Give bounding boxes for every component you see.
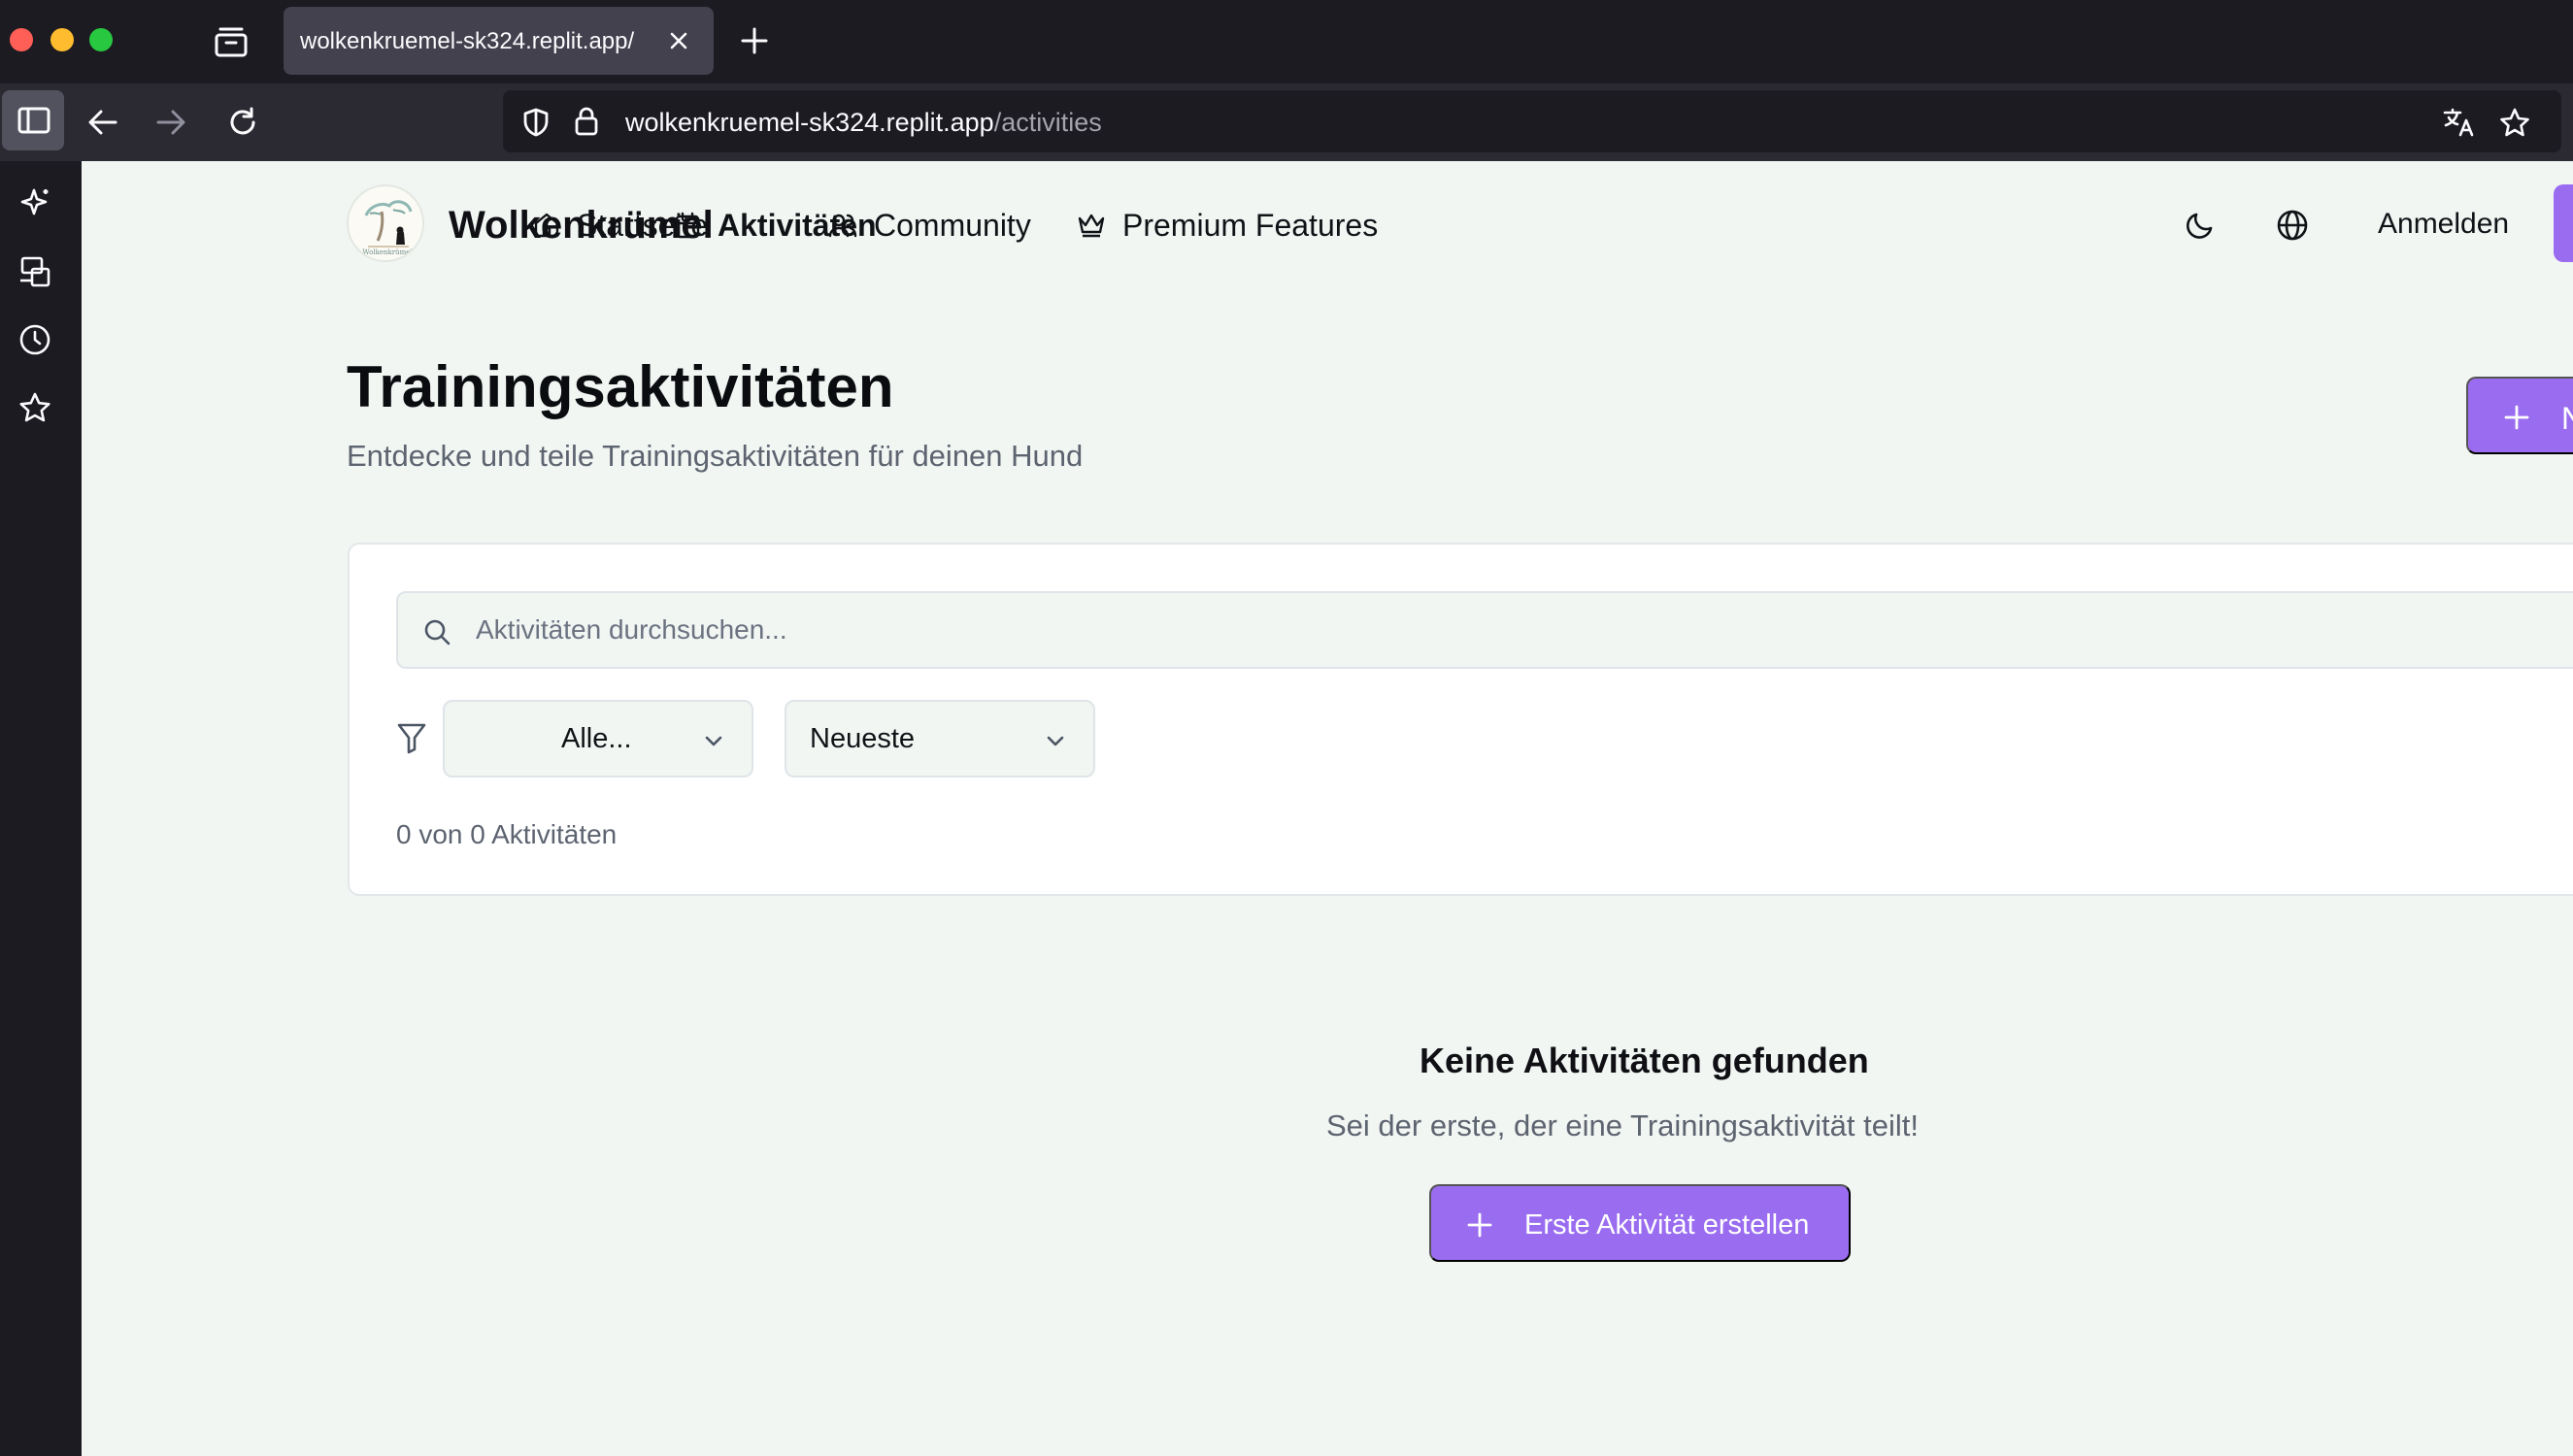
nav-community-label: Community — [874, 207, 1031, 243]
language-globe-icon[interactable] — [2273, 206, 2312, 245]
minimize-window-button[interactable] — [50, 28, 74, 51]
bookmarks-star-icon[interactable] — [17, 390, 52, 425]
address-bar[interactable]: wolkenkruemel-sk324.replit.app/activitie… — [503, 90, 2561, 152]
synced-tabs-icon[interactable] — [17, 254, 52, 289]
nav-premium-features[interactable]: Premium Features — [1076, 206, 1378, 245]
empty-state-subtitle: Sei der erste, der eine Trainingsaktivit… — [1326, 1109, 1919, 1142]
new-activity-label: N — [2561, 401, 2573, 436]
plus-icon — [2504, 405, 2529, 430]
reload-icon[interactable] — [225, 105, 260, 140]
login-link[interactable]: Anmelden — [2378, 208, 2509, 241]
maximize-window-button[interactable] — [89, 28, 113, 51]
sort-select-value: Neueste — [810, 723, 916, 754]
dark-mode-moon-icon[interactable] — [2181, 206, 2220, 245]
category-select-value: Alle... — [561, 723, 632, 754]
lock-icon[interactable] — [573, 106, 600, 142]
page-title: Trainingsaktivitäten — [347, 354, 894, 419]
ai-sparkle-icon[interactable] — [17, 186, 52, 221]
empty-state-title: Keine Aktivitäten gefunden — [1420, 1041, 1869, 1080]
back-icon[interactable] — [85, 105, 120, 140]
nav-premium-features-label: Premium Features — [1122, 207, 1379, 243]
browser-sidebar — [0, 161, 82, 1456]
translate-icon[interactable] — [2443, 107, 2476, 143]
browser-titlebar: wolkenkruemel-sk324.replit.app/ — [0, 0, 2573, 83]
close-tab-icon[interactable] — [668, 30, 689, 51]
plus-icon — [1467, 1212, 1492, 1238]
tab-title: wolkenkruemel-sk324.replit.app/ — [300, 28, 635, 54]
history-clock-icon[interactable] — [17, 322, 52, 357]
brand-logo[interactable]: Wolkenkrümel — [347, 184, 424, 262]
search-icon — [424, 619, 451, 645]
browser-navbar: wolkenkruemel-sk324.replit.app/activitie… — [0, 83, 2573, 161]
crown-icon — [1078, 214, 1105, 238]
users-icon — [828, 214, 857, 238]
results-count: 0 von 0 Aktivitäten — [396, 819, 618, 849]
create-first-activity-button[interactable]: Erste Aktivität erstellen — [1429, 1184, 1851, 1262]
calendar-icon — [675, 212, 700, 239]
filter-panel: Alle... Neueste 0 von 0 Aktivitäten — [348, 543, 2573, 896]
dog-tree-logo-icon: Wolkenkrümel — [362, 200, 413, 256]
url-path: /activities — [993, 108, 1102, 137]
svg-text:Wolkenkrümel: Wolkenkrümel — [362, 248, 413, 256]
sidebar-icon — [17, 107, 50, 134]
home-icon — [534, 213, 559, 238]
new-tab-icon[interactable] — [740, 26, 769, 55]
page-subtitle: Entdecke und teile Trainingsaktivitäten … — [347, 439, 1084, 473]
sort-select[interactable]: Neueste — [785, 700, 1095, 778]
close-window-button[interactable] — [10, 28, 33, 51]
category-select[interactable]: Alle... — [443, 700, 753, 778]
bookmark-star-icon[interactable] — [2499, 107, 2530, 143]
browser-tab-active[interactable]: wolkenkruemel-sk324.replit.app/ — [284, 7, 714, 75]
forward-icon[interactable] — [153, 105, 188, 140]
create-first-activity-label: Erste Aktivität erstellen — [1524, 1209, 1810, 1241]
tab-overview-icon[interactable] — [214, 25, 249, 58]
search-input[interactable] — [476, 611, 1447, 649]
filter-funnel-icon — [396, 721, 427, 759]
nav-community[interactable]: Community — [827, 206, 1031, 245]
chevron-down-icon — [705, 736, 722, 746]
url-text[interactable]: wolkenkruemel-sk324.replit.app/activitie… — [625, 108, 1102, 138]
sidebar-toggle-button[interactable] — [2, 90, 64, 150]
shield-icon[interactable] — [520, 107, 551, 143]
url-host: wolkenkruemel-sk324.replit.app — [625, 108, 994, 137]
search-box[interactable] — [396, 591, 2573, 669]
register-button[interactable] — [2554, 184, 2573, 262]
new-activity-button[interactable]: N — [2466, 377, 2573, 454]
chevron-down-icon — [1047, 736, 1064, 746]
page-content: Wolkenkrümel Wolkenkrümel Startseite Akt… — [82, 161, 2573, 1456]
